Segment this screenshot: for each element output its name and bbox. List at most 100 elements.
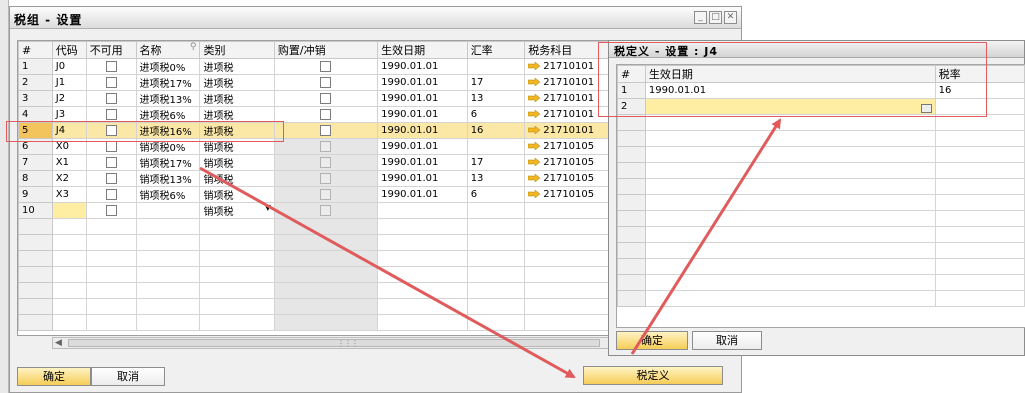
category-cell[interactable]: 进项税 bbox=[199, 90, 275, 107]
inactive-checkbox-cell[interactable] bbox=[85, 170, 137, 187]
sub-cancel-button[interactable]: 取消 bbox=[692, 331, 762, 350]
effective-date-cell[interactable]: 1990.01.01 bbox=[377, 106, 468, 123]
effective-date-cell[interactable] bbox=[377, 202, 468, 219]
link-arrow-icon[interactable] bbox=[527, 93, 541, 103]
table-row[interactable] bbox=[18, 234, 615, 251]
rate-cell[interactable] bbox=[466, 202, 526, 219]
rate-cell[interactable]: 6 bbox=[466, 186, 526, 203]
acquisition-reverse-cell[interactable] bbox=[273, 58, 379, 75]
link-arrow-icon[interactable] bbox=[527, 141, 541, 151]
col-header-category[interactable]: 类别 bbox=[199, 41, 275, 59]
rate-cell[interactable]: 13 bbox=[466, 90, 526, 107]
link-arrow-icon[interactable] bbox=[527, 157, 541, 167]
tax-account-cell[interactable]: 21710105 bbox=[524, 186, 615, 203]
acquisition-reverse-checkbox[interactable] bbox=[320, 60, 332, 72]
acquisition-reverse-checkbox[interactable] bbox=[320, 124, 332, 136]
acquisition-reverse-cell[interactable] bbox=[273, 90, 379, 107]
acquisition-reverse-checkbox[interactable] bbox=[320, 92, 332, 104]
inactive-checkbox-cell[interactable] bbox=[85, 154, 137, 171]
effective-date-cell[interactable]: 1990.01.01 bbox=[377, 122, 468, 139]
table-row[interactable]: 7 X1 销项税17% 销项税 1990.01.01 17 21710105 bbox=[18, 154, 615, 171]
col-header-effective-date[interactable]: 生效日期 bbox=[377, 41, 468, 59]
dropdown-arrow-icon[interactable]: ▼ bbox=[265, 204, 271, 213]
minimize-icon[interactable]: _ bbox=[694, 11, 707, 24]
inactive-checkbox-cell[interactable] bbox=[85, 58, 137, 75]
inactive-checkbox-cell[interactable] bbox=[85, 90, 137, 107]
inactive-checkbox[interactable] bbox=[105, 204, 117, 216]
code-cell[interactable] bbox=[51, 202, 87, 219]
cancel-button[interactable]: 取消 bbox=[91, 367, 165, 386]
table-row[interactable] bbox=[18, 266, 615, 283]
inactive-checkbox[interactable] bbox=[105, 76, 117, 88]
link-arrow-icon[interactable] bbox=[527, 189, 541, 199]
effective-date-cell[interactable]: 1990.01.01 bbox=[377, 138, 468, 155]
link-arrow-icon[interactable] bbox=[527, 61, 541, 71]
horizontal-scrollbar[interactable]: ◀ ⋮⋮⋮ bbox=[52, 337, 616, 349]
col-header-index[interactable]: # bbox=[18, 41, 53, 59]
tax-account-cell[interactable]: 21710105 bbox=[524, 154, 615, 171]
rate-cell[interactable] bbox=[466, 138, 526, 155]
link-arrow-icon[interactable] bbox=[527, 77, 541, 87]
category-cell[interactable]: 销项税 bbox=[199, 154, 275, 171]
ok-button[interactable]: 确定 bbox=[17, 367, 91, 386]
effective-date-cell[interactable]: 1990.01.01 bbox=[377, 154, 468, 171]
rate-cell[interactable]: 16 bbox=[466, 122, 526, 139]
effective-date-cell[interactable]: 1990.01.01 bbox=[377, 186, 468, 203]
table-row[interactable]: 1 J0 进项税0% 进项税 1990.01.01 21710101 bbox=[18, 58, 615, 75]
code-cell[interactable]: X2 bbox=[51, 170, 87, 187]
tax-definition-button[interactable]: 税定义 bbox=[583, 366, 723, 385]
link-arrow-icon[interactable] bbox=[527, 173, 541, 183]
name-cell[interactable]: 进项税0% bbox=[135, 58, 201, 75]
code-cell[interactable]: J1 bbox=[51, 74, 87, 91]
name-cell[interactable]: 销项税13% bbox=[135, 170, 201, 187]
col-header-name[interactable]: 名称 ⚲ bbox=[135, 41, 201, 59]
code-cell[interactable]: J0 bbox=[51, 58, 87, 75]
table-row[interactable]: 9 X3 销项税6% 销项税 1990.01.01 6 21710105 bbox=[18, 186, 615, 203]
inactive-checkbox-cell[interactable] bbox=[85, 202, 137, 219]
acquisition-reverse-cell[interactable] bbox=[273, 74, 379, 91]
inactive-checkbox[interactable] bbox=[105, 140, 117, 152]
category-cell[interactable]: 销项税 ▼ bbox=[199, 202, 275, 219]
sub-ok-button[interactable]: 确定 bbox=[616, 331, 688, 350]
scroll-left-icon[interactable]: ◀ bbox=[55, 338, 62, 348]
table-row[interactable] bbox=[18, 218, 615, 235]
rate-cell[interactable]: 17 bbox=[466, 154, 526, 171]
col-header-inactive[interactable]: 不可用 bbox=[85, 41, 137, 59]
category-cell[interactable]: 销项税 bbox=[199, 186, 275, 203]
effective-date-cell[interactable]: 1990.01.01 bbox=[377, 74, 468, 91]
acquisition-reverse-cell[interactable] bbox=[273, 122, 379, 139]
code-cell[interactable]: J2 bbox=[51, 90, 87, 107]
rate-cell[interactable] bbox=[466, 58, 526, 75]
table-row[interactable]: 2 J1 进项税17% 进项税 1990.01.01 17 21710101 bbox=[18, 74, 615, 91]
col-header-code[interactable]: 代码 bbox=[51, 41, 87, 59]
close-icon[interactable]: ✕ bbox=[724, 11, 737, 24]
tax-account-cell[interactable] bbox=[524, 202, 615, 219]
inactive-checkbox-cell[interactable] bbox=[85, 74, 137, 91]
inactive-checkbox[interactable] bbox=[105, 92, 117, 104]
effective-date-cell[interactable]: 1990.01.01 bbox=[377, 90, 468, 107]
table-row[interactable]: 10 销项税 ▼ bbox=[18, 202, 615, 219]
inactive-checkbox[interactable] bbox=[105, 188, 117, 200]
col-header-rate[interactable]: 汇率 bbox=[466, 41, 526, 59]
category-cell[interactable]: 销项税 bbox=[199, 170, 275, 187]
inactive-checkbox[interactable] bbox=[105, 172, 117, 184]
inactive-checkbox[interactable] bbox=[105, 156, 117, 168]
acquisition-reverse-checkbox[interactable] bbox=[320, 108, 332, 120]
name-cell[interactable] bbox=[135, 202, 201, 219]
acquisition-reverse-checkbox[interactable] bbox=[320, 76, 332, 88]
name-cell[interactable]: 进项税17% bbox=[135, 74, 201, 91]
tax-account-cell[interactable]: 21710101 bbox=[524, 122, 615, 139]
table-row[interactable] bbox=[18, 282, 615, 299]
inactive-checkbox[interactable] bbox=[105, 60, 117, 72]
table-row[interactable] bbox=[18, 298, 615, 315]
rate-cell[interactable]: 17 bbox=[466, 74, 526, 91]
link-arrow-icon[interactable] bbox=[527, 109, 541, 119]
table-row[interactable] bbox=[18, 250, 615, 267]
effective-date-cell[interactable]: 1990.01.01 bbox=[377, 58, 468, 75]
inactive-checkbox-cell[interactable] bbox=[85, 186, 137, 203]
category-cell[interactable]: 进项税 bbox=[199, 58, 275, 75]
tax-account-cell[interactable]: 21710105 bbox=[524, 138, 615, 155]
effective-date-cell[interactable]: 1990.01.01 bbox=[377, 170, 468, 187]
scroll-thumb[interactable]: ⋮⋮⋮ bbox=[68, 339, 600, 348]
acquisition-reverse-cell[interactable] bbox=[273, 106, 379, 123]
